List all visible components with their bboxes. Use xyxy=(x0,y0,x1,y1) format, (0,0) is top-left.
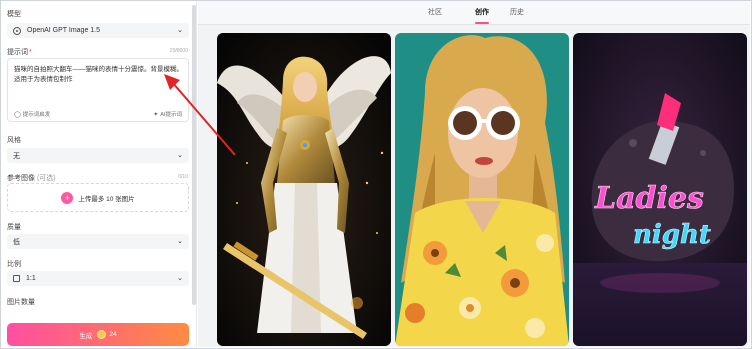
magic-wand-icon: ✦ xyxy=(153,111,159,118)
gallery-area: 社区 创作 历史 Ladies night xyxy=(198,1,750,347)
model-value: OpenAI GPT Image 1.5 xyxy=(27,27,101,34)
prompt-label: 提示词* xyxy=(7,49,32,56)
prompt-inspiration-label: 提示词启发 xyxy=(22,112,51,118)
tab-create[interactable]: 创作 xyxy=(475,7,489,17)
generate-label: 生成 xyxy=(79,332,93,340)
panel-scrollbar[interactable] xyxy=(192,5,196,305)
required-mark: * xyxy=(29,49,32,56)
ratio-select[interactable]: 1:1 ⌄ xyxy=(7,271,189,286)
tab-history[interactable]: 历史 xyxy=(510,7,524,17)
settings-panel: 模型 OpenAI GPT Image 1.5 ⌄ 提示词* 29/8000 猫… xyxy=(1,1,197,347)
reference-optional: (可选) xyxy=(36,175,56,182)
upload-plus-icon: + xyxy=(61,191,74,204)
ai-prompt-label: AI提示词 xyxy=(160,112,182,118)
ai-prompt-button[interactable]: ✦ AI提示词 xyxy=(153,110,182,119)
neon-text-line2: night xyxy=(633,220,711,250)
style-select[interactable]: 无 ⌄ xyxy=(7,148,189,163)
prompt-inspiration-button[interactable]: ◯ 提示词启发 xyxy=(14,110,51,119)
prompt-textarea[interactable]: 猫咪的自拍照大翻车——猫咪的表情十分震惊。背景模糊。适用于为表情包制作 ◯ 提示… xyxy=(7,58,189,122)
ratio-value: 1:1 xyxy=(26,275,36,282)
sunglasses-woman-illustration xyxy=(395,33,569,346)
lightbulb-icon: ◯ xyxy=(14,111,21,118)
reference-counter: 0/10 xyxy=(178,174,188,180)
chevron-down-icon: ⌄ xyxy=(177,275,183,282)
model-icon xyxy=(13,26,21,35)
quality-value: 低 xyxy=(13,238,20,246)
gallery-image-angel-warrior[interactable] xyxy=(217,33,391,346)
chevron-down-icon: ⌄ xyxy=(177,27,183,34)
quality-select[interactable]: 低 ⌄ xyxy=(7,234,189,249)
generate-button[interactable]: 生成 24 xyxy=(7,323,189,346)
quality-label: 质量 xyxy=(7,224,21,231)
gallery-image-neon-lipstick[interactable]: Ladies night xyxy=(573,33,747,346)
reference-upload-dropzone[interactable]: + 上传最多 10 张图片 xyxy=(7,183,189,212)
chevron-down-icon: ⌄ xyxy=(177,238,183,245)
model-select[interactable]: OpenAI GPT Image 1.5 ⌄ xyxy=(7,23,189,38)
tab-community[interactable]: 社区 xyxy=(428,7,442,17)
square-ratio-icon xyxy=(13,275,20,282)
tab-bar: 社区 创作 历史 xyxy=(198,1,750,25)
image-count-label: 图片数量 xyxy=(7,299,35,306)
coin-icon xyxy=(97,330,107,339)
model-label: 模型 xyxy=(7,11,21,18)
prompt-text: 猫咪的自拍照大翻车——猫咪的表情十分震惊。背景模糊。适用于为表情包制作 xyxy=(14,66,183,83)
style-label: 风格 xyxy=(7,137,21,144)
neon-lipstick-illustration: Ladies night xyxy=(573,33,747,346)
reference-label: 参考图像 (可选) xyxy=(7,175,56,182)
neon-text-line1: Ladies xyxy=(594,181,704,216)
generate-cost: 24 xyxy=(109,331,117,338)
chevron-down-icon: ⌄ xyxy=(177,152,183,159)
ratio-label: 比例 xyxy=(7,261,21,268)
upload-label: 上传最多 10 张图片 xyxy=(78,195,135,203)
angel-warrior-illustration xyxy=(217,33,391,346)
active-tab-indicator xyxy=(475,22,489,24)
prompt-counter: 29/8000 xyxy=(169,48,188,54)
gallery-image-sunglasses-woman[interactable] xyxy=(395,33,569,346)
style-value: 无 xyxy=(13,152,20,160)
